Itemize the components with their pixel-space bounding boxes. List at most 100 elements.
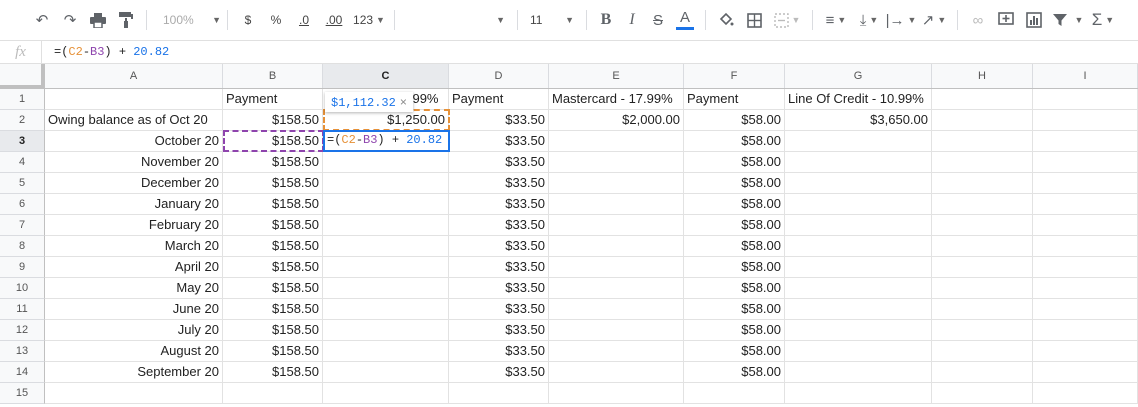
close-icon[interactable]: ×	[400, 95, 407, 109]
cell-b5[interactable]: $158.50	[223, 173, 323, 194]
row-header-9[interactable]: 9	[0, 257, 45, 278]
cell-c8[interactable]	[323, 236, 449, 257]
cell-h1[interactable]	[932, 89, 1033, 110]
cell-e13[interactable]	[549, 341, 684, 362]
cell-e11[interactable]	[549, 299, 684, 320]
cell-e1[interactable]: Mastercard - 17.99%	[549, 89, 684, 110]
more-formats-button[interactable]: 123 ▼	[350, 7, 388, 33]
cell-b15[interactable]	[223, 383, 323, 404]
cell-d6[interactable]: $33.50	[449, 194, 549, 215]
cell-f6[interactable]: $58.00	[684, 194, 785, 215]
cell-e14[interactable]	[549, 362, 684, 383]
cell-g15[interactable]	[785, 383, 932, 404]
cell-i3[interactable]	[1033, 131, 1138, 152]
cell-b2[interactable]: $158.50	[223, 110, 323, 131]
cell-b10[interactable]: $158.50	[223, 278, 323, 299]
cell-d7[interactable]: $33.50	[449, 215, 549, 236]
cell-i13[interactable]	[1033, 341, 1138, 362]
cell-b12[interactable]: $158.50	[223, 320, 323, 341]
cell-e6[interactable]	[549, 194, 684, 215]
cell-i1[interactable]	[1033, 89, 1138, 110]
cell-i14[interactable]	[1033, 362, 1138, 383]
cell-d1[interactable]: Payment	[449, 89, 549, 110]
cell-i11[interactable]	[1033, 299, 1138, 320]
cell-f3[interactable]: $58.00	[684, 131, 785, 152]
cell-i7[interactable]	[1033, 215, 1138, 236]
row-header-14[interactable]: 14	[0, 362, 45, 383]
paint-format-icon[interactable]	[112, 7, 140, 33]
cell-h12[interactable]	[932, 320, 1033, 341]
cell-f13[interactable]: $58.00	[684, 341, 785, 362]
cell-d10[interactable]: $33.50	[449, 278, 549, 299]
redo-icon[interactable]: ↷	[56, 7, 84, 33]
cell-a6[interactable]: January 20	[45, 194, 223, 215]
cell-a11[interactable]: June 20	[45, 299, 223, 320]
cell-i5[interactable]	[1033, 173, 1138, 194]
cell-f2[interactable]: $58.00	[684, 110, 785, 131]
cell-d5[interactable]: $33.50	[449, 173, 549, 194]
link-icon[interactable]: ∞	[964, 7, 992, 33]
cell-d12[interactable]: $33.50	[449, 320, 549, 341]
cell-c7[interactable]	[323, 215, 449, 236]
cell-b9[interactable]: $158.50	[223, 257, 323, 278]
cell-c6[interactable]	[323, 194, 449, 215]
cell-c14[interactable]	[323, 362, 449, 383]
cell-d14[interactable]: $33.50	[449, 362, 549, 383]
cell-h13[interactable]	[932, 341, 1033, 362]
cell-i8[interactable]	[1033, 236, 1138, 257]
cell-h2[interactable]	[932, 110, 1033, 131]
cell-e5[interactable]	[549, 173, 684, 194]
row-header-11[interactable]: 11	[0, 299, 45, 320]
cell-h11[interactable]	[932, 299, 1033, 320]
cell-f12[interactable]: $58.00	[684, 320, 785, 341]
increase-decimal-button[interactable]: .00	[318, 7, 350, 33]
cell-b13[interactable]: $158.50	[223, 341, 323, 362]
cell-a7[interactable]: February 20	[45, 215, 223, 236]
column-header-e[interactable]: E	[549, 64, 684, 88]
cell-e9[interactable]	[549, 257, 684, 278]
borders-icon[interactable]	[740, 7, 768, 33]
chart-icon[interactable]	[1020, 7, 1048, 33]
row-header-10[interactable]: 10	[0, 278, 45, 299]
cell-b14[interactable]: $158.50	[223, 362, 323, 383]
cell-f1[interactable]: Payment	[684, 89, 785, 110]
cell-i4[interactable]	[1033, 152, 1138, 173]
cell-f7[interactable]: $58.00	[684, 215, 785, 236]
cell-g8[interactable]	[785, 236, 932, 257]
vertical-align-icon[interactable]: ⤓ ▼	[853, 7, 885, 33]
cell-a8[interactable]: March 20	[45, 236, 223, 257]
cell-f15[interactable]	[684, 383, 785, 404]
cell-e3[interactable]	[549, 131, 684, 152]
font-size-select[interactable]: 11 ▼	[524, 7, 580, 33]
row-header-12[interactable]: 12	[0, 320, 45, 341]
cell-g13[interactable]	[785, 341, 932, 362]
bold-icon[interactable]: B	[593, 7, 619, 33]
column-header-h[interactable]: H	[932, 64, 1033, 88]
cell-g1[interactable]: Line Of Credit - 10.99%	[785, 89, 932, 110]
cell-a1[interactable]	[45, 89, 223, 110]
select-all-corner[interactable]	[0, 64, 45, 89]
cell-h10[interactable]	[932, 278, 1033, 299]
row-header-4[interactable]: 4	[0, 152, 45, 173]
cell-d9[interactable]: $33.50	[449, 257, 549, 278]
cell-e12[interactable]	[549, 320, 684, 341]
cell-c2[interactable]: $1,250.00	[323, 110, 449, 131]
font-family-select[interactable]: ▼	[401, 7, 511, 33]
cell-a2[interactable]: Owing balance as of Oct 20	[45, 110, 223, 131]
cell-g7[interactable]	[785, 215, 932, 236]
cell-g3[interactable]	[785, 131, 932, 152]
column-header-a[interactable]: A	[45, 64, 223, 88]
cell-d3[interactable]: $33.50	[449, 131, 549, 152]
formula-input[interactable]: =(C2-B3) + 20.82	[42, 45, 169, 59]
cell-g2[interactable]: $3,650.00	[785, 110, 932, 131]
row-header-1[interactable]: 1	[0, 89, 45, 110]
print-icon[interactable]	[84, 7, 112, 33]
cell-c5[interactable]	[323, 173, 449, 194]
cell-h7[interactable]	[932, 215, 1033, 236]
column-header-g[interactable]: G	[785, 64, 932, 88]
cell-h3[interactable]	[932, 131, 1033, 152]
cell-f11[interactable]: $58.00	[684, 299, 785, 320]
cell-a9[interactable]: April 20	[45, 257, 223, 278]
cell-f5[interactable]: $58.00	[684, 173, 785, 194]
column-header-b[interactable]: B	[223, 64, 323, 88]
